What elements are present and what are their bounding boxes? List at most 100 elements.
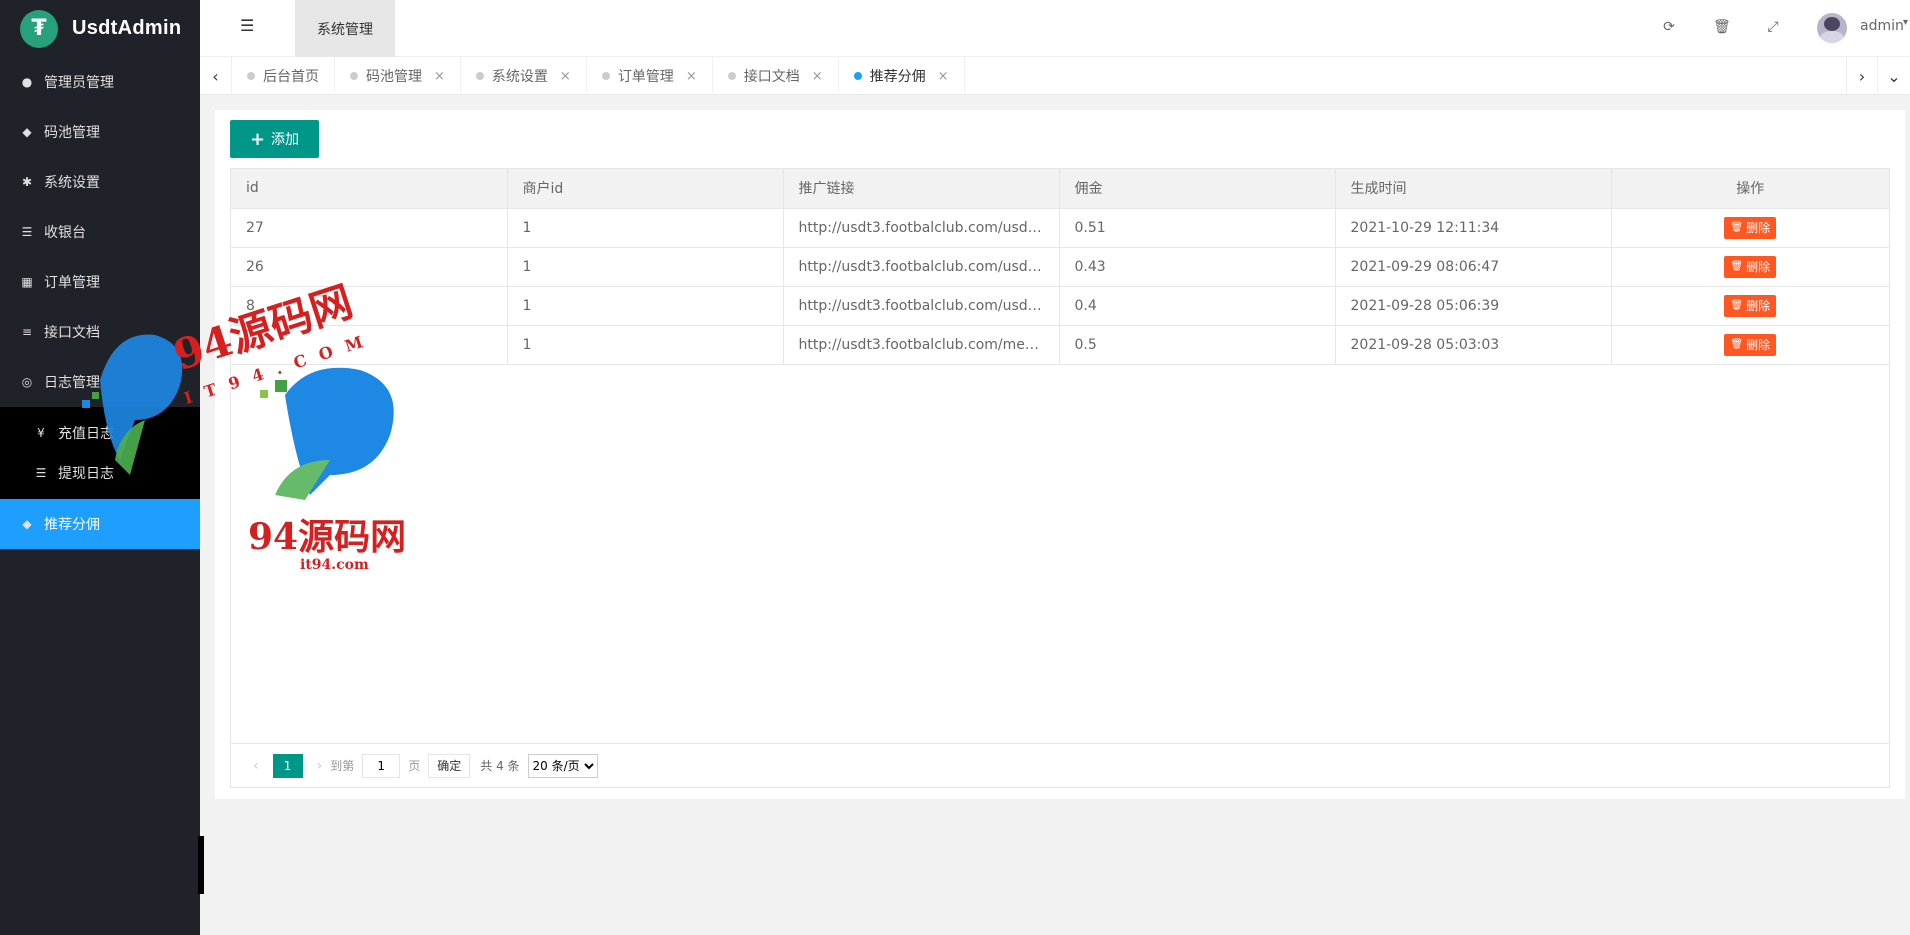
menu-toggle-icon[interactable]: ☰ [240, 18, 256, 34]
tab-label: 订单管理 [617, 69, 674, 85]
app-logo[interactable]: ₮ UsdtAdmin [0, 0, 200, 57]
delete-button[interactable]: 🗑 删除 [1724, 216, 1777, 239]
delete-button[interactable]: 🗑 删除 [1724, 333, 1777, 356]
align-icon: ≡ [21, 325, 33, 339]
tab-orders[interactable]: 订单管理 × [587, 57, 713, 95]
list-icon: ☰ [35, 466, 47, 480]
table-row[interactable]: 26 1 http://usdt3.footbalclub.com/usdtme… [231, 247, 1889, 287]
cell-commission: 0.4 [1059, 286, 1336, 326]
sidebar-item-label: 订单管理 [44, 275, 100, 291]
add-button[interactable]: + 添加 [230, 120, 319, 158]
gear-icon: ✱ [21, 175, 33, 189]
cell-merchant-id: 1 [507, 325, 784, 365]
sidebar-item-system-settings[interactable]: ✱ 系统设置 [0, 157, 200, 207]
sidebar-subitem-withdraw-log[interactable]: ☰ 提现日志 [0, 453, 200, 493]
avatar[interactable] [1817, 13, 1847, 43]
fullscreen-icon[interactable]: ⤢ [1765, 19, 1781, 35]
close-icon[interactable]: × [560, 69, 571, 84]
cell-id: 8 [231, 286, 508, 326]
sidebar-item-code-pool[interactable]: ◆ 码池管理 [0, 107, 200, 157]
refresh-icon[interactable]: ⟳ [1661, 19, 1677, 35]
add-button-label: 添加 [271, 132, 300, 148]
calculator-icon: ▦ [21, 275, 33, 289]
tab-dot [350, 72, 358, 80]
table-header-row: id 商户id 推广链接 佣金 生成时间 操作 [231, 169, 1889, 209]
sidebar-item-api-docs[interactable]: ≡ 接口文档 [0, 307, 200, 357]
log-icon: ◎ [21, 375, 33, 389]
pagination: ‹ 1 › 到第 页 确定 共 4 条 20 条/页 [231, 743, 1889, 787]
cell-actions: 🗑 删除 [1611, 286, 1889, 326]
sidebar-item-label: 推荐分佣 [44, 517, 100, 533]
cell-link: http://usdt3.footbalclub.com/usdtmer... [783, 208, 1060, 248]
cell-commission: 0.51 [1059, 208, 1336, 248]
close-icon[interactable]: × [434, 69, 445, 84]
column-header-created[interactable]: 生成时间 [1335, 169, 1612, 209]
caret-down-icon[interactable]: ▾ [1903, 17, 1908, 28]
tabs-dropdown-icon[interactable]: ⌄ [1878, 57, 1910, 95]
goto-label: 到第 [330, 759, 355, 773]
cell-actions: 🗑 删除 [1611, 208, 1889, 248]
column-header-id[interactable]: id [231, 169, 508, 209]
tab-referral-commission[interactable]: 推荐分佣 × [839, 57, 965, 95]
sidebar-subnav-logs: ¥ 充值日志 ☰ 提现日志 [0, 407, 200, 499]
trash-icon: 🗑 [1730, 339, 1744, 350]
sidebar-item-label: 接口文档 [44, 325, 100, 341]
cell-link: http://usdt3.footbalclub.com/usdtmer... [783, 286, 1060, 326]
delete-button[interactable]: 🗑 删除 [1724, 255, 1777, 278]
sidebar-item-logs[interactable]: ◎ 日志管理 [0, 357, 200, 407]
username[interactable]: admin [1860, 18, 1904, 34]
tabs-scroll-right-icon[interactable]: › [1846, 57, 1878, 95]
cell-actions: 🗑 删除 [1611, 325, 1889, 365]
sidebar-subitem-recharge-log[interactable]: ¥ 充值日志 [0, 413, 200, 453]
plus-icon: + [249, 128, 266, 150]
page-tabs: 后台首页 码池管理 × 系统设置 × 订单管理 × 接口文档 × 推荐分佣 × [232, 57, 965, 95]
sidebar: ₮ UsdtAdmin ● 管理员管理 ◆ 码池管理 ✱ 系统设置 ☰ 收银台 … [0, 0, 200, 935]
tab-dot [853, 72, 862, 80]
table-row[interactable]: 1 http://usdt3.footbalclub.com/merchan..… [231, 325, 1889, 365]
list-icon: ☰ [21, 225, 33, 239]
goto-page-input[interactable] [362, 753, 401, 778]
sidebar-item-orders[interactable]: ▦ 订单管理 [0, 257, 200, 307]
sidebar-item-label: 管理员管理 [44, 75, 114, 91]
sidebar-item-label: 收银台 [44, 225, 86, 241]
cell-commission: 0.43 [1059, 247, 1336, 287]
delete-button[interactable]: 🗑 删除 [1724, 294, 1777, 317]
sidebar-item-label: 系统设置 [44, 175, 100, 191]
cell-created: 2021-09-28 05:03:03 [1335, 325, 1612, 365]
page-tabs-bar: ‹ 后台首页 码池管理 × 系统设置 × 订单管理 × 接口文档 × 推荐分佣 [200, 57, 1910, 95]
trash-icon[interactable]: 🗑 [1713, 19, 1731, 35]
cell-link: http://usdt3.footbalclub.com/merchan... [783, 325, 1060, 365]
column-header-commission[interactable]: 佣金 [1059, 169, 1336, 209]
page-size-select[interactable]: 20 条/页 [527, 753, 598, 778]
sidebar-item-admin-management[interactable]: ● 管理员管理 [0, 57, 200, 107]
tab-home[interactable]: 后台首页 [232, 57, 335, 95]
tab-dot [475, 72, 484, 80]
close-icon[interactable]: × [686, 69, 697, 84]
tab-label: 后台首页 [263, 69, 319, 85]
tabs-scroll-left-icon[interactable]: ‹ [200, 57, 232, 95]
goto-confirm-button[interactable]: 确定 [428, 753, 471, 778]
sidebar-item-cashier[interactable]: ☰ 收银台 [0, 207, 200, 257]
close-icon[interactable]: × [938, 69, 949, 84]
header-tab-system-management[interactable]: 系统管理 [295, 0, 395, 57]
next-page-icon[interactable]: › [317, 758, 323, 774]
page-current[interactable]: 1 [272, 753, 303, 778]
sidebar-item-label: 日志管理 [44, 375, 100, 391]
tab-code-pool[interactable]: 码池管理 × [335, 57, 461, 95]
table-row[interactable]: 27 1 http://usdt3.footbalclub.com/usdtme… [231, 208, 1889, 248]
prev-page-icon[interactable]: ‹ [253, 758, 259, 774]
delete-label: 删除 [1746, 221, 1771, 235]
tab-api-docs[interactable]: 接口文档 × [713, 57, 839, 95]
tab-dot [727, 72, 736, 80]
tab-dot [601, 72, 610, 80]
column-header-link[interactable]: 推广链接 [783, 169, 1060, 209]
close-icon[interactable]: × [812, 69, 823, 84]
cell-id: 27 [231, 208, 508, 248]
sidebar-item-referral-commission[interactable]: ◆ 推荐分佣 [0, 499, 200, 549]
delete-label: 删除 [1746, 299, 1771, 313]
sidebar-item-label: 码池管理 [44, 125, 100, 141]
column-header-merchant-id[interactable]: 商户id [507, 169, 784, 209]
table-row[interactable]: 8 1 http://usdt3.footbalclub.com/usdtmer… [231, 286, 1889, 326]
yen-icon: ¥ [37, 426, 45, 440]
tab-system-settings[interactable]: 系统设置 × [461, 57, 587, 95]
